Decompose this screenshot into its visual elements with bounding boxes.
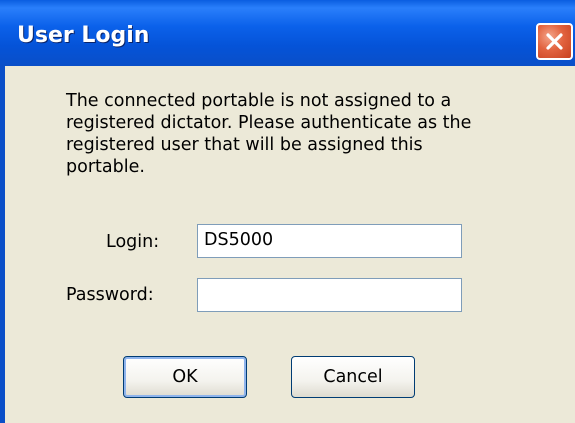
password-label: Password: [66,285,154,305]
password-input[interactable] [197,278,462,312]
instruction-message: The connected portable is not assigned t… [66,91,472,177]
cancel-button[interactable]: Cancel [291,356,415,398]
window-frame-left [0,66,5,423]
close-button[interactable] [536,23,573,60]
login-label: Login: [106,232,160,252]
user-login-dialog: User Login The connected portable is not… [0,0,575,423]
close-icon [546,33,563,50]
title-bar: User Login [0,0,575,66]
login-input[interactable]: DS5000 [197,224,462,258]
ok-button[interactable]: OK [123,356,247,398]
window-title: User Login [17,23,150,48]
